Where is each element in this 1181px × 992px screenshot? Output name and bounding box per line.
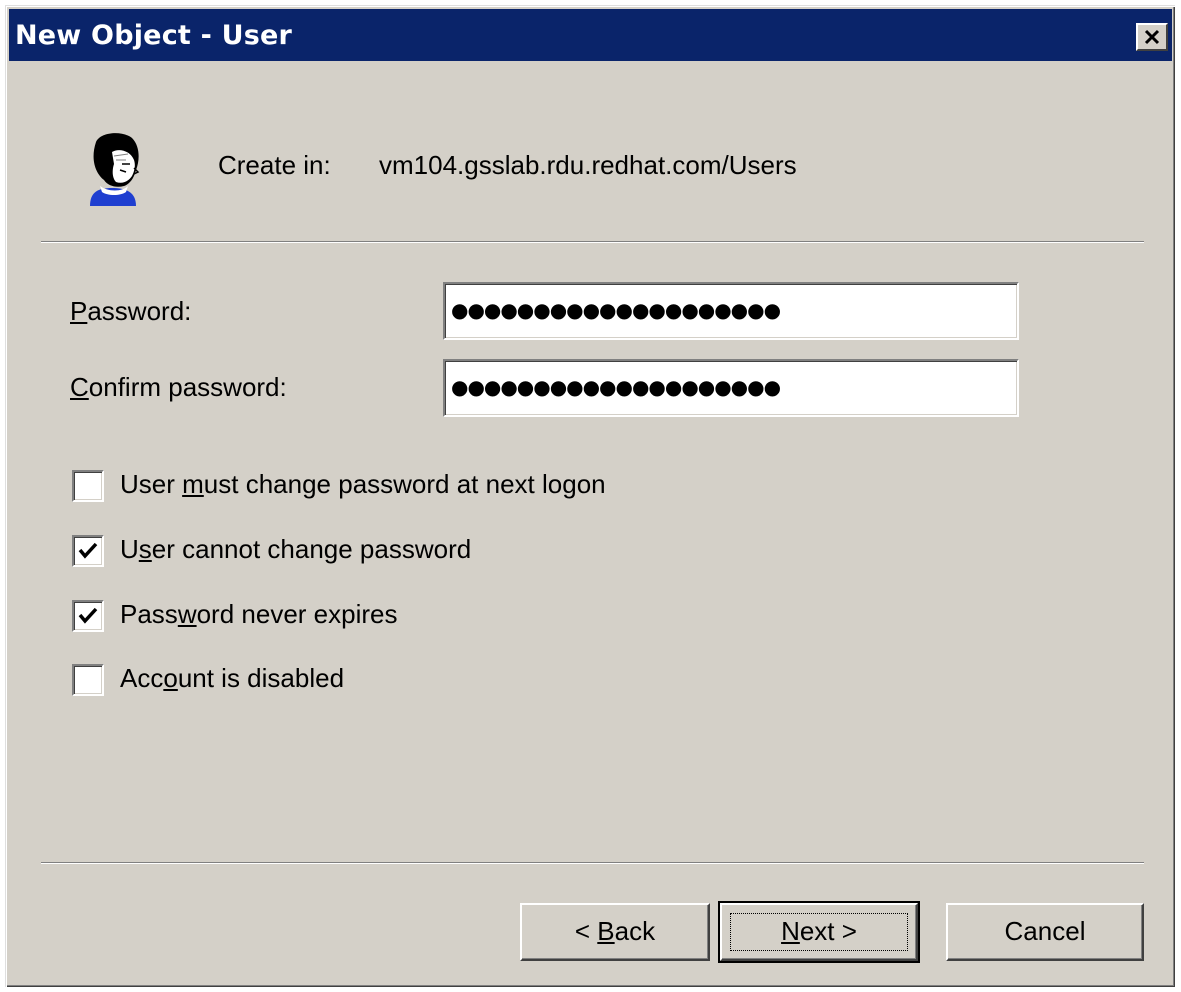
checkbox-label: User cannot change password xyxy=(120,534,472,564)
create-in-path: vm104.gsslab.rdu.redhat.com/Users xyxy=(379,150,797,180)
checkbox[interactable] xyxy=(72,470,104,502)
next-button[interactable]: Next > xyxy=(718,901,920,963)
close-button[interactable] xyxy=(1136,23,1168,51)
confirm-password-label: Confirm password: xyxy=(70,372,287,402)
password-input[interactable]: ●●●●●●●●●●●●●●●●●●●● xyxy=(443,282,1019,340)
checkbox[interactable] xyxy=(72,535,104,567)
separator-top xyxy=(41,241,1144,243)
checkbox-label: User must change password at next logon xyxy=(120,469,606,499)
dialog-title: New Object - User xyxy=(15,20,293,51)
checkbox[interactable] xyxy=(72,600,104,632)
checkbox[interactable] xyxy=(72,664,104,696)
title-bar[interactable]: New Object - User xyxy=(9,9,1172,61)
confirm-password-input[interactable]: ●●●●●●●●●●●●●●●●●●●● xyxy=(443,359,1019,417)
checkbox-label: Password never expires xyxy=(120,599,398,629)
checkbox-label: Account is disabled xyxy=(120,663,345,693)
back-button[interactable]: < Back xyxy=(520,903,710,961)
cancel-button[interactable]: Cancel xyxy=(946,903,1144,961)
close-icon xyxy=(1144,29,1160,45)
separator-bottom xyxy=(41,862,1144,864)
create-in-label: Create in: xyxy=(218,150,331,180)
user-icon xyxy=(82,130,144,206)
password-label: Password: xyxy=(70,296,192,326)
